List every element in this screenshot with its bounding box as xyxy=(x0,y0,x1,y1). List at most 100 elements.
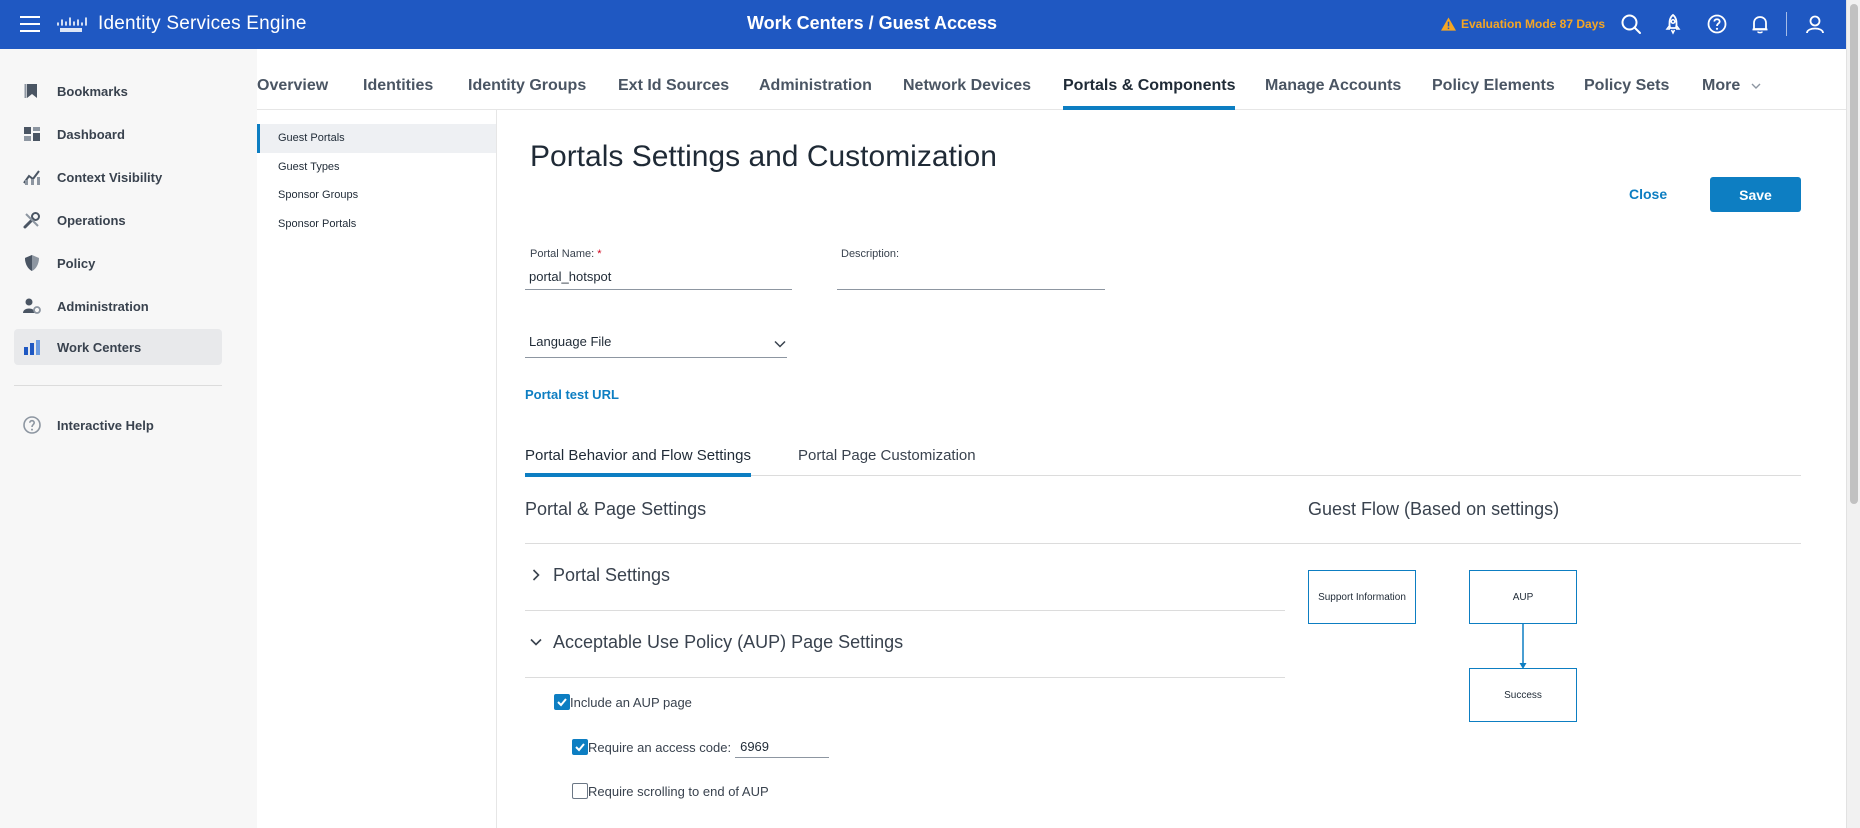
tab-ext-id-sources[interactable]: Ext Id Sources xyxy=(618,49,729,110)
chevron-down-icon xyxy=(1751,83,1761,89)
description-input[interactable] xyxy=(837,264,1105,290)
portal-settings-label: Portal Settings xyxy=(553,564,671,585)
evaluation-text: Evaluation Mode 87 Days xyxy=(1461,17,1606,31)
tab-network-devices[interactable]: Network Devices xyxy=(903,49,1031,110)
policy-shield-icon xyxy=(25,255,39,271)
subnav-guest-types[interactable]: Guest Types xyxy=(257,153,496,182)
guest-flow-heading: Guest Flow (Based on settings) xyxy=(1308,499,1560,519)
language-file-label: Language File xyxy=(529,334,612,349)
sidebar-help-label: Interactive Help xyxy=(57,417,154,433)
settings-heading: Portal & Page Settings xyxy=(525,499,707,519)
scrollbar-thumb[interactable] xyxy=(1850,4,1858,504)
include-aup-row: Include an AUP page xyxy=(554,694,692,710)
require-scrolling-row: Require scrolling to end of AUP xyxy=(572,783,769,799)
sidebar-divider xyxy=(14,385,222,386)
tab-portals-components[interactable]: Portals & Components xyxy=(1063,49,1236,110)
chevron-down-icon xyxy=(774,340,786,348)
user-profile-icon[interactable] xyxy=(1804,13,1826,35)
accordion-divider xyxy=(525,610,1285,611)
require-access-code-row: Require an access code: xyxy=(572,736,830,758)
portal-name-label: Portal Name: * xyxy=(530,248,602,260)
portal-name-input[interactable] xyxy=(525,264,792,290)
required-marker: * xyxy=(597,248,602,260)
checkmark-icon xyxy=(557,698,567,707)
sidebar-item-label: Context Visibility xyxy=(57,169,163,185)
help-icon[interactable] xyxy=(1706,13,1728,35)
flow-box-aup: AUP xyxy=(1469,570,1577,624)
operations-wrench-icon xyxy=(23,212,40,229)
section-divider xyxy=(525,543,1801,544)
work-centers-icon xyxy=(24,340,40,355)
flow-box-success: Success xyxy=(1469,668,1577,722)
include-aup-checkbox[interactable] xyxy=(554,694,570,710)
require-scrolling-checkbox[interactable] xyxy=(572,783,588,799)
tab-portal-page-customization[interactable]: Portal Page Customization xyxy=(798,436,976,476)
flow-box-support-information: Support Information xyxy=(1308,570,1416,624)
tab-more[interactable]: More xyxy=(1702,49,1761,110)
subnav-guest-portals[interactable]: Guest Portals xyxy=(257,124,496,153)
tab-manage-accounts[interactable]: Manage Accounts xyxy=(1265,49,1401,110)
portal-test-url-link[interactable]: Portal test URL xyxy=(525,387,619,402)
sidebar-item-label: Work Centers xyxy=(57,339,142,355)
page-scrollbar[interactable] xyxy=(1846,0,1860,828)
subnav-sponsor-groups[interactable]: Sponsor Groups xyxy=(257,181,496,210)
require-scrolling-label: Require scrolling to end of AUP xyxy=(588,783,769,799)
require-access-code-label: Require an access code: xyxy=(588,739,732,755)
sidebar-item-dashboard[interactable]: Dashboard xyxy=(14,116,222,152)
warning-icon xyxy=(1441,17,1456,31)
include-aup-label: Include an AUP page xyxy=(570,694,692,710)
sidebar-item-interactive-help[interactable]: Interactive Help xyxy=(14,407,222,443)
chevron-right-icon xyxy=(532,569,540,581)
aup-settings-accordion[interactable]: Acceptable Use Policy (AUP) Page Setting… xyxy=(525,624,1285,660)
close-button[interactable]: Close xyxy=(1629,186,1667,202)
sub-navigation: Guest Portals Guest Types Sponsor Groups… xyxy=(257,110,497,828)
tab-overview[interactable]: Overview xyxy=(257,49,328,110)
notifications-bell-icon[interactable] xyxy=(1749,13,1771,35)
save-button[interactable]: Save xyxy=(1710,177,1801,212)
sidebar-item-label: Administration xyxy=(57,298,149,314)
dashboard-icon xyxy=(24,127,40,141)
page-title: Portals Settings and Customization xyxy=(530,140,997,173)
form-tabs: Portal Behavior and Flow Settings Portal… xyxy=(525,436,1801,477)
administration-icon xyxy=(23,298,41,314)
sidebar-item-bookmarks[interactable]: Bookmarks xyxy=(14,73,222,109)
header-separator xyxy=(1786,12,1787,36)
chevron-down-icon xyxy=(530,638,542,646)
context-visibility-icon xyxy=(23,170,40,185)
tab-identities[interactable]: Identities xyxy=(363,49,433,110)
require-access-code-checkbox[interactable] xyxy=(572,739,588,755)
sidebar-item-label: Dashboard xyxy=(57,126,125,142)
sidebar-item-operations[interactable]: Operations xyxy=(14,202,222,238)
tab-more-label: More xyxy=(1702,77,1741,94)
search-icon[interactable] xyxy=(1620,13,1642,35)
sidebar-item-label: Bookmarks xyxy=(57,83,128,99)
aup-settings-label: Acceptable Use Policy (AUP) Page Setting… xyxy=(553,631,904,652)
sidebar-item-context-visibility[interactable]: Context Visibility xyxy=(14,159,222,195)
portal-name-label-text: Portal Name: xyxy=(530,248,595,260)
description-label: Description: xyxy=(841,248,900,260)
checkmark-icon xyxy=(575,743,585,752)
sidebar-item-administration[interactable]: Administration xyxy=(14,288,222,324)
bookmark-icon xyxy=(24,84,37,98)
portal-settings-accordion[interactable]: Portal Settings xyxy=(525,557,1285,593)
help-circle-icon xyxy=(23,416,41,434)
subnav-sponsor-portals[interactable]: Sponsor Portals xyxy=(257,210,496,239)
tab-identity-groups[interactable]: Identity Groups xyxy=(468,49,586,110)
evaluation-badge[interactable]: Evaluation Mode 87 Days xyxy=(1441,17,1605,31)
tab-policy-elements[interactable]: Policy Elements xyxy=(1432,49,1555,110)
access-code-input[interactable] xyxy=(735,736,830,758)
main-content: Portals Settings and Customization Close… xyxy=(498,110,1846,828)
tab-administration[interactable]: Administration xyxy=(759,49,872,110)
left-navigation: Bookmarks Dashboard Context Visibility O… xyxy=(0,49,257,828)
language-file-dropdown[interactable]: Language File xyxy=(525,328,787,358)
rocket-icon[interactable] xyxy=(1662,13,1684,35)
flow-arrow-icon xyxy=(1519,624,1527,669)
accordion-divider xyxy=(525,677,1285,678)
sidebar-item-label: Policy xyxy=(57,255,96,271)
sidebar-item-label: Operations xyxy=(57,212,126,228)
top-tabs: Overview Identities Identity Groups Ext … xyxy=(257,49,1846,110)
tab-portal-behavior-flow[interactable]: Portal Behavior and Flow Settings xyxy=(525,436,751,477)
sidebar-item-policy[interactable]: Policy xyxy=(14,245,222,281)
tab-policy-sets[interactable]: Policy Sets xyxy=(1584,49,1669,110)
sidebar-item-work-centers[interactable]: Work Centers xyxy=(14,329,222,365)
